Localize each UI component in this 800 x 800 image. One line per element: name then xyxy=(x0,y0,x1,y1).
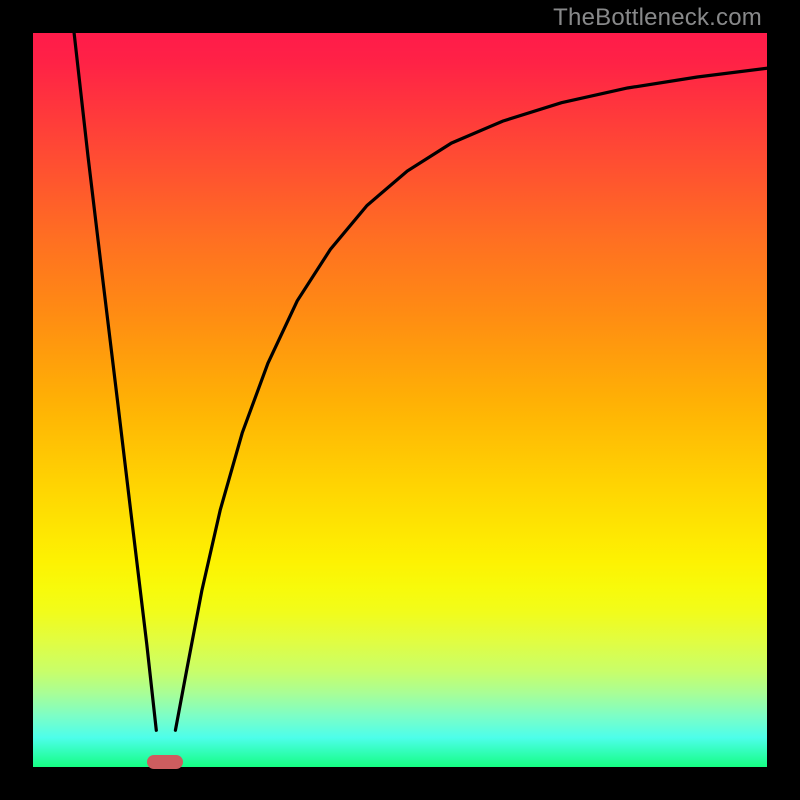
watermark-text: TheBottleneck.com xyxy=(553,4,762,32)
curve-layer xyxy=(33,33,767,767)
bottleneck-marker xyxy=(147,755,183,769)
left-descent-curve xyxy=(74,33,156,730)
right-ascent-curve xyxy=(175,68,767,730)
outer-frame: TheBottleneck.com xyxy=(0,0,800,800)
